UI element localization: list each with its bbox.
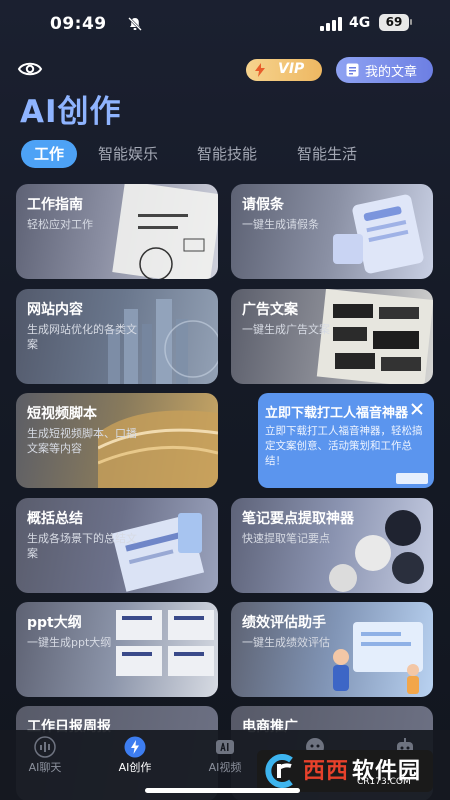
- tab-work[interactable]: 工作: [21, 140, 77, 168]
- ad-desc: 立即下载打工人福音神器，轻松搞定文案创意、活动策划和工作总结！: [265, 425, 423, 467]
- card-desc: 一键生成绩效评估: [242, 636, 330, 649]
- card-title: 笔记要点提取神器: [242, 511, 354, 527]
- nav-label: AI聊天: [28, 761, 62, 774]
- ad-tag: [396, 473, 428, 484]
- bolt-icon: [124, 736, 146, 758]
- page-title: AI创作: [20, 94, 122, 130]
- signal-icon: [320, 17, 342, 31]
- eye-icon[interactable]: [17, 58, 43, 80]
- tab-entertainment[interactable]: 智能娱乐: [98, 140, 158, 168]
- my-articles-label: 我的文章: [365, 65, 418, 80]
- card-title: 工作指南: [27, 197, 83, 213]
- nav-ai-chat[interactable]: AI聊天: [0, 730, 90, 790]
- card-desc: 生成网站优化的各类文案: [27, 323, 137, 351]
- card-summary[interactable]: 概括总结 生成各场景下的总结文案: [16, 498, 218, 593]
- battery-cap: [410, 19, 412, 25]
- card-title: ppt大纲: [27, 615, 82, 631]
- network-label: 4G: [349, 15, 371, 31]
- card-desc: 一键生成广告文案: [242, 323, 330, 336]
- card-desc: 生成各场景下的总结文案: [27, 532, 137, 560]
- card-short-video-script[interactable]: 短视频脚本 生成短视频脚本、口播文案等内容: [16, 393, 218, 488]
- ai-video-icon: [216, 740, 234, 754]
- nav-label: AI创作: [118, 761, 152, 774]
- card-website-content[interactable]: 网站内容 生成网站优化的各类文案: [16, 289, 218, 384]
- status-bar: 09:49 4G 69: [0, 0, 450, 48]
- watermark-url: CR173.COM: [357, 777, 411, 787]
- vip-bolt-icon: [255, 63, 265, 77]
- document-icon: [346, 63, 359, 77]
- watermark-brand-red: 西西: [303, 759, 350, 784]
- card-ad-copy[interactable]: 广告文案 一键生成广告文案: [231, 289, 433, 384]
- close-icon[interactable]: [410, 402, 424, 416]
- vip-button[interactable]: VIP: [246, 59, 322, 81]
- bell-muted-icon: [128, 17, 142, 31]
- card-title: 广告文案: [242, 302, 298, 318]
- card-title: 绩效评估助手: [242, 615, 326, 631]
- card-leave-request[interactable]: 请假条 一键生成请假条: [231, 184, 433, 279]
- card-ppt-outline[interactable]: ppt大纲 一键生成ppt大纲: [16, 602, 218, 697]
- card-desc: 快速提取笔记要点: [242, 532, 330, 545]
- tab-life[interactable]: 智能生活: [297, 140, 357, 168]
- card-work-guide[interactable]: 工作指南 轻松应对工作: [16, 184, 218, 279]
- home-indicator[interactable]: [145, 788, 300, 793]
- chat-wave-icon: [34, 736, 56, 758]
- watermark-logo-icon: [265, 754, 293, 788]
- card-title: 网站内容: [27, 302, 83, 318]
- card-note-extractor[interactable]: 笔记要点提取神器 快速提取笔记要点: [231, 498, 433, 593]
- category-tabs: 工作 智能娱乐 智能技能 智能生活: [0, 140, 450, 172]
- card-desc: 轻松应对工作: [27, 218, 93, 231]
- battery-indicator: 69: [379, 14, 409, 31]
- card-performance-review[interactable]: 绩效评估助手 一键生成绩效评估: [231, 602, 433, 697]
- card-title: 短视频脚本: [27, 406, 97, 422]
- card-desc: 一键生成请假条: [242, 218, 319, 231]
- card-title: 概括总结: [27, 511, 83, 527]
- watermark: 西西 软件园 CR173.COM: [257, 750, 433, 792]
- my-articles-button[interactable]: 我的文章: [336, 57, 433, 83]
- status-time: 09:49: [50, 14, 107, 34]
- nav-ai-create[interactable]: AI创作: [90, 730, 180, 790]
- ad-banner[interactable]: 立即下载打工人福音神器 立即下载打工人福音神器，轻松搞定文案创意、活动策划和工作…: [258, 393, 434, 488]
- card-desc: 一键生成ppt大纲: [27, 636, 112, 649]
- vip-label: VIP: [278, 61, 305, 77]
- ad-title: 立即下载打工人福音神器: [265, 406, 409, 421]
- card-desc: 生成短视频脚本、口播文案等内容: [27, 427, 137, 455]
- card-title: 请假条: [242, 197, 284, 213]
- tab-skills[interactable]: 智能技能: [197, 140, 257, 168]
